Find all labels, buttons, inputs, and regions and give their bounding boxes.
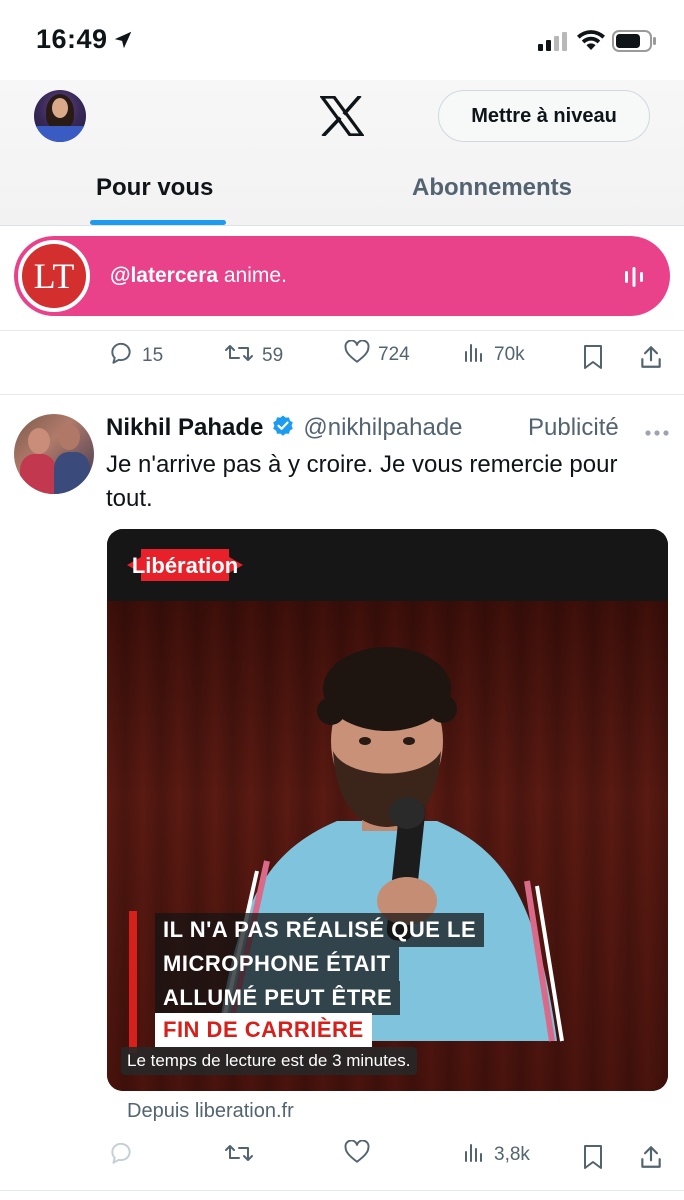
reply-icon <box>108 1140 134 1172</box>
more-options-icon[interactable] <box>644 424 670 442</box>
caption-accent-bar <box>129 911 137 1053</box>
like-count: 724 <box>378 344 410 365</box>
tab-for-you[interactable]: Pour vous <box>96 174 213 202</box>
card-header: Libération <box>107 529 668 601</box>
repost-icon <box>224 340 254 372</box>
tweet-author-avatar[interactable] <box>14 414 94 494</box>
caption-line-3: ALLUMÉ PEUT ÊTRE <box>155 981 401 1015</box>
reading-time-label: Le temps de lecture est de 3 minutes. <box>121 1047 417 1075</box>
active-tab-indicator <box>90 220 226 225</box>
audio-bars-icon <box>624 266 644 293</box>
views-button[interactable]: 3,8k <box>462 1140 530 1170</box>
bookmark-icon[interactable] <box>582 344 604 375</box>
like-button[interactable] <box>344 1139 370 1170</box>
views-count: 3,8k <box>494 1144 530 1165</box>
caption-line-1: IL N'A PAS RÉALISÉ QUE LE <box>155 913 485 947</box>
repost-count: 59 <box>262 345 284 366</box>
liberation-logo: Libération <box>127 545 243 590</box>
views-count: 70k <box>494 344 525 365</box>
battery-icon <box>612 30 658 57</box>
wifi-icon <box>576 28 606 57</box>
verified-badge-icon <box>271 414 295 443</box>
repost-button[interactable] <box>224 1140 254 1172</box>
share-icon[interactable] <box>638 344 664 375</box>
x-logo-icon <box>318 94 366 141</box>
location-arrow-icon <box>112 29 134 56</box>
cellular-signal-icon <box>538 31 570 56</box>
upgrade-button[interactable]: Mettre à niveau <box>438 90 650 142</box>
feed-tabs: Pour vous Abonnements <box>0 166 684 226</box>
status-time: 16:49 <box>36 24 108 54</box>
top-header: Mettre à niveau Pour vous Abonnements <box>0 80 684 226</box>
repost-button[interactable]: 59 <box>224 340 283 372</box>
bookmark-icon[interactable] <box>582 1144 604 1175</box>
liberation-logo-text: Libération <box>132 553 238 578</box>
link-card[interactable]: Libération IL N'A PAS RÉALISÉ QUE LE MIC… <box>107 529 668 1091</box>
caption-line-2: MICROPHONE ÉTAIT <box>155 947 399 981</box>
live-banner-handle: @latercera <box>110 264 219 287</box>
divider <box>0 394 684 395</box>
tweet-actions: 3,8k <box>0 1139 684 1180</box>
views-button[interactable]: 70k <box>462 340 525 370</box>
views-chart-icon <box>462 1140 486 1170</box>
promoted-label: Publicité <box>528 414 619 441</box>
card-image: IL N'A PAS RÉALISÉ QUE LE MICROPHONE ÉTA… <box>107 601 668 1091</box>
latercera-avatar: LT <box>18 240 90 312</box>
divider <box>0 1190 684 1191</box>
live-space-banner[interactable]: LT @latercera anime. <box>14 236 670 316</box>
views-chart-icon <box>462 340 486 370</box>
reply-button[interactable]: 15 <box>108 340 163 372</box>
tweet-author-name[interactable]: Nikhil Pahade <box>106 414 263 442</box>
tweet-header: Nikhil Pahade @nikhilpahade Publicité <box>106 412 676 444</box>
reply-count: 15 <box>142 345 164 366</box>
previous-tweet-actions: 15 59 724 70k <box>0 339 684 380</box>
like-button[interactable]: 724 <box>344 339 410 370</box>
reply-icon <box>108 340 134 372</box>
card-source-link[interactable]: Depuis liberation.fr <box>127 1100 294 1123</box>
status-bar: 16:49 <box>0 0 684 80</box>
live-banner-text: @latercera anime. <box>110 264 287 288</box>
tweet-text: Je n'arrive pas à y croire. Je vous reme… <box>106 451 618 512</box>
live-banner-action: anime. <box>218 264 287 287</box>
heart-icon <box>344 339 370 370</box>
tab-following[interactable]: Abonnements <box>412 174 572 202</box>
share-icon[interactable] <box>638 1144 664 1175</box>
profile-avatar[interactable] <box>34 90 86 142</box>
tweet-author-handle[interactable]: @nikhilpahade <box>303 414 462 442</box>
repost-icon <box>224 1140 254 1172</box>
heart-icon <box>344 1139 370 1170</box>
divider <box>0 330 684 331</box>
reply-button[interactable] <box>108 1140 134 1172</box>
